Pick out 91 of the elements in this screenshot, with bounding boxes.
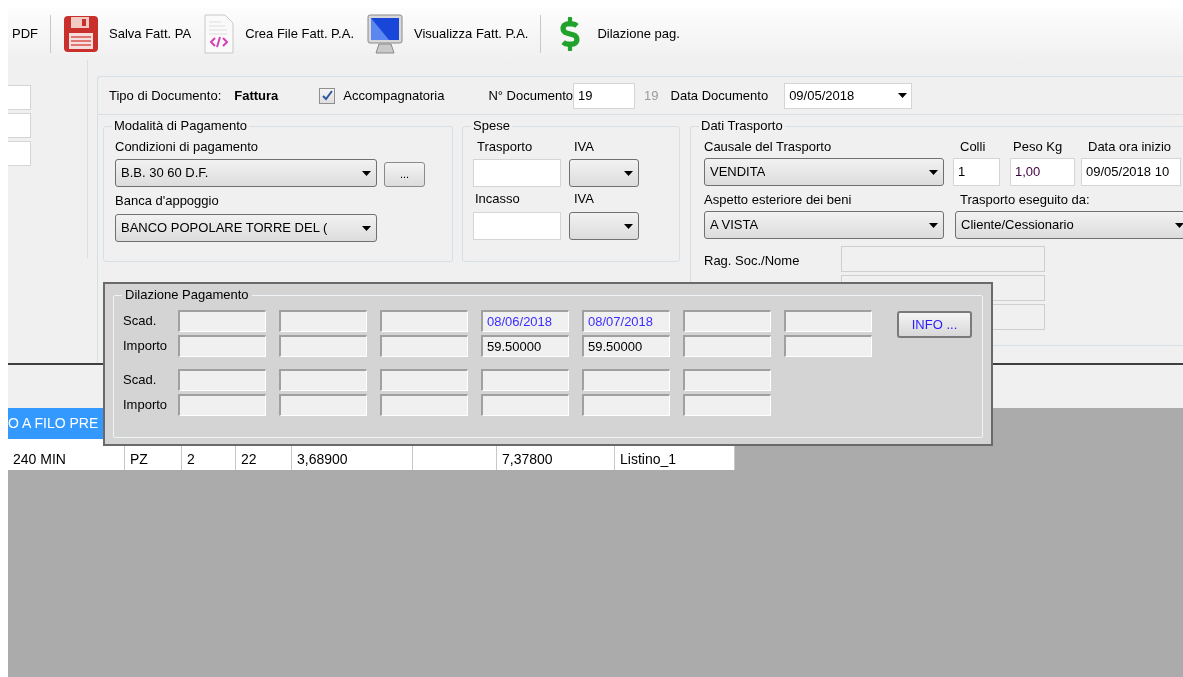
input-field[interactable] — [784, 310, 872, 332]
document-type-value: Fattura — [234, 86, 280, 105]
toolbar-button[interactable]: Salva Fatt. PA — [61, 11, 194, 57]
input-field[interactable] — [481, 369, 569, 391]
input-field[interactable] — [481, 394, 569, 416]
vat-label: IVA — [573, 139, 595, 155]
input-field[interactable] — [279, 369, 367, 391]
packages-label: Colli — [960, 139, 987, 155]
group-title: Dilazione Pagamento — [122, 287, 252, 303]
monitor-icon — [366, 13, 404, 55]
company-name-label: Rag. Soc./Nome — [704, 252, 801, 270]
input-field[interactable]: 08/07/2018 — [582, 310, 670, 332]
toolbar-button[interactable]: Visualizza Fatt. P.A. — [364, 11, 531, 57]
payment-terms-label: Condizioni di pagamento — [115, 139, 260, 155]
row-label: Scad. — [123, 371, 158, 390]
input-field[interactable] — [784, 335, 872, 357]
input-field[interactable] — [380, 369, 468, 391]
vat-dropdown[interactable] — [569, 212, 639, 240]
weight-field[interactable]: 1,00 — [1010, 158, 1075, 186]
transport-reason-label: Causale del Trasporto — [704, 139, 833, 155]
packages-field[interactable]: 1 — [953, 158, 1000, 186]
input-field[interactable]: 59.50000 — [481, 335, 569, 357]
document-date-dropdown[interactable]: 09/05/2018 — [784, 82, 913, 109]
dropdown-arrow-icon — [624, 223, 633, 229]
bank-label: Banca d'appoggio — [115, 193, 220, 209]
document-icon — [203, 14, 236, 54]
input-field[interactable] — [582, 394, 670, 416]
dropdown-arrow-icon — [929, 169, 938, 175]
document-number-field[interactable]: 19 — [573, 82, 636, 109]
input-field[interactable] — [178, 369, 266, 391]
input-field[interactable]: 08/06/2018 — [481, 310, 569, 332]
start-date-label: Data ora inizio — [1088, 139, 1172, 155]
input-field[interactable] — [8, 85, 31, 110]
check-icon — [321, 90, 333, 101]
checkbox[interactable] — [319, 87, 336, 104]
input-field[interactable] — [582, 369, 670, 391]
group-title: Spese — [471, 118, 512, 134]
input-field[interactable] — [178, 310, 266, 332]
input-field[interactable]: 59.50000 — [582, 335, 670, 357]
input-field[interactable] — [683, 369, 771, 391]
input-field[interactable] — [8, 113, 31, 138]
input-field[interactable] — [380, 394, 468, 416]
document-date-label: Data Documento — [670, 86, 769, 105]
vat-dropdown[interactable] — [569, 159, 639, 187]
input-field[interactable] — [683, 310, 771, 332]
bank-dropdown[interactable]: BANCO POPOLARE TORRE DEL ( — [115, 214, 377, 242]
group-title: Modalità di Pagamento — [112, 118, 249, 134]
input-field[interactable] — [279, 394, 367, 416]
collection-cost-label: Incasso — [474, 191, 521, 207]
start-date-field[interactable]: 09/05/2018 10 — [1081, 158, 1181, 186]
info-button[interactable]: INFO ... — [897, 311, 972, 338]
collection-cost-field[interactable] — [473, 212, 561, 240]
goods-appearance-label: Aspetto esteriore dei beni — [704, 192, 853, 208]
document-number-suffix: 19 — [644, 86, 659, 105]
toolbar-button[interactable]: Dilazione pag. — [551, 11, 682, 57]
carrier-label: Trasporto eseguito da: — [960, 192, 1090, 208]
vat-label: IVA — [573, 191, 595, 207]
payment-terms-dropdown[interactable]: B.B. 30 60 D.F. — [115, 159, 377, 187]
dropdown-arrow-icon — [1175, 222, 1183, 228]
dropdown-arrow-icon — [929, 222, 938, 228]
input-field[interactable] — [279, 310, 367, 332]
transport-reason-dropdown[interactable]: VENDITA — [704, 158, 944, 186]
input-field[interactable] — [683, 394, 771, 416]
group-title: Dati Trasporto — [699, 118, 785, 134]
more-button[interactable]: ... — [384, 162, 425, 187]
table-cell-text: O A FILO PRE — [8, 414, 99, 433]
dropdown-arrow-icon — [362, 225, 371, 231]
goods-appearance-dropdown[interactable]: A VISTA — [704, 211, 944, 239]
toolbar-button[interactable]: PDF — [10, 11, 40, 57]
document-type-label: Tipo di Documento: — [109, 86, 222, 105]
dropdown-arrow-icon — [362, 170, 371, 176]
dropdown-arrow-icon — [624, 170, 633, 176]
dropdown-arrow-icon — [898, 93, 908, 98]
row-label: Importo — [123, 396, 169, 415]
input-field[interactable] — [380, 335, 468, 357]
row-label: Scad. — [123, 312, 158, 331]
carrier-dropdown[interactable]: Cliente/Cessionario — [955, 211, 1183, 239]
toolbar-button[interactable]: Crea File Fatt. P.A. — [201, 11, 356, 57]
input-field[interactable] — [279, 335, 367, 357]
row-label: Importo — [123, 337, 169, 356]
input-field[interactable] — [683, 335, 771, 357]
company-name-field[interactable] — [841, 246, 1045, 272]
transport-cost-label: Trasporto — [476, 139, 534, 155]
input-field[interactable] — [8, 141, 31, 166]
transport-cost-field[interactable] — [473, 159, 561, 187]
input-field[interactable] — [178, 394, 266, 416]
weight-label: Peso Kg — [1013, 139, 1064, 155]
input-field[interactable] — [380, 310, 468, 332]
document-number-label: N° Documento — [488, 86, 574, 105]
input-field[interactable] — [178, 335, 266, 357]
checkbox-label: Accompagnatoria — [343, 86, 445, 105]
